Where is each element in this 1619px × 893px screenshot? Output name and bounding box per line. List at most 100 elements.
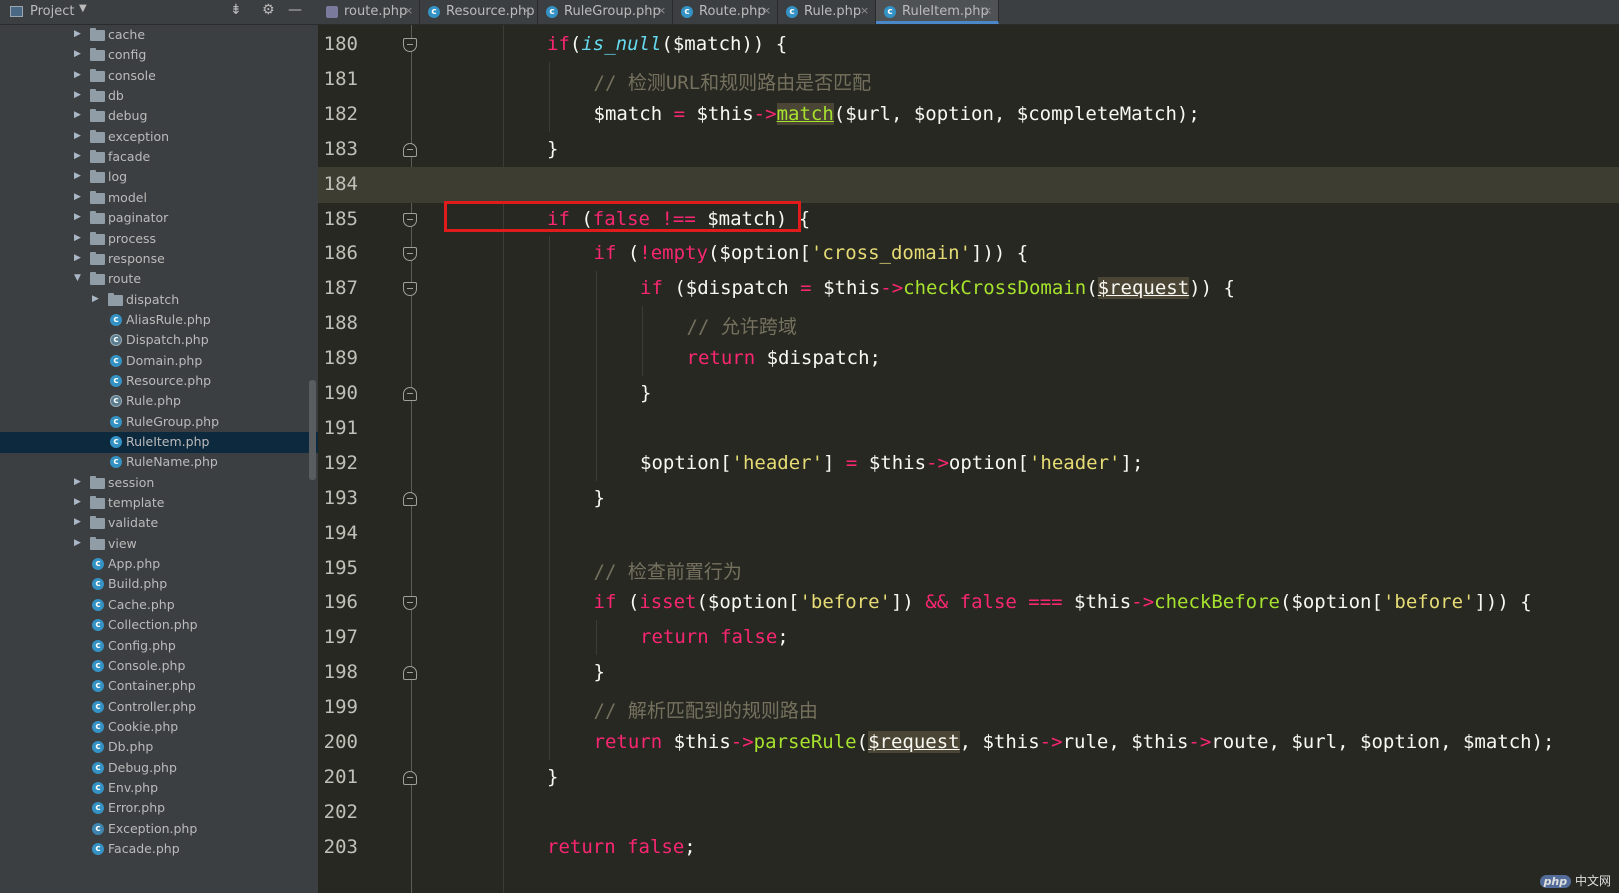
fold-end-icon[interactable] bbox=[403, 666, 417, 681]
line-number[interactable]: 201 bbox=[318, 766, 358, 788]
tree-item[interactable]: ▶ validate bbox=[0, 513, 318, 534]
editor-tab[interactable]: c Resource.php × bbox=[420, 0, 538, 24]
chevron-right-icon[interactable]: ▶ bbox=[74, 233, 84, 243]
tree-item[interactable]: c RuleItem.php bbox=[0, 432, 318, 453]
line-number[interactable]: 187 bbox=[318, 277, 358, 299]
tree-item[interactable]: ▶ template bbox=[0, 493, 318, 514]
chevron-right-icon[interactable]: ▶ bbox=[74, 253, 84, 263]
fold-collapse-icon[interactable] bbox=[403, 596, 417, 611]
code-text[interactable]: return $dispatch; bbox=[687, 347, 881, 369]
tree-item[interactable]: ▶ process bbox=[0, 229, 318, 250]
code-text[interactable]: // 解析匹配到的规则路由 bbox=[594, 696, 818, 723]
line-number[interactable]: 186 bbox=[318, 242, 358, 264]
line-number[interactable]: 192 bbox=[318, 452, 358, 474]
fold-end-icon[interactable] bbox=[403, 491, 417, 506]
editor-tab[interactable]: c RuleGroup.php × bbox=[538, 0, 673, 24]
gear-icon[interactable]: ⚙ bbox=[262, 2, 275, 18]
tree-item[interactable]: c Controller.php bbox=[0, 697, 318, 718]
tree-item[interactable]: c Env.php bbox=[0, 778, 318, 799]
tree-item[interactable]: c Debug.php bbox=[0, 758, 318, 779]
code-text[interactable]: return false; bbox=[547, 836, 696, 858]
line-number[interactable]: 180 bbox=[318, 33, 358, 55]
tree-item[interactable]: ▶ facade bbox=[0, 147, 318, 168]
line-number[interactable]: 193 bbox=[318, 487, 358, 509]
line-number[interactable]: 195 bbox=[318, 557, 358, 579]
line-number[interactable]: 181 bbox=[318, 68, 358, 90]
tree-item[interactable]: ▶ model bbox=[0, 188, 318, 209]
tree-item[interactable]: ▶ log bbox=[0, 167, 318, 188]
code-text[interactable]: } bbox=[594, 487, 605, 509]
hide-panel-icon[interactable]: — bbox=[288, 2, 302, 18]
chevron-right-icon[interactable]: ▶ bbox=[74, 151, 84, 161]
tree-item[interactable]: c Db.php bbox=[0, 737, 318, 758]
code-text[interactable]: // 检测URL和规则路由是否匹配 bbox=[594, 68, 872, 95]
line-number[interactable]: 188 bbox=[318, 312, 358, 334]
chevron-right-icon[interactable]: ▶ bbox=[74, 49, 84, 59]
chevron-right-icon[interactable]: ▶ bbox=[74, 192, 84, 202]
collapse-all-icon[interactable]: ⇟ bbox=[230, 2, 242, 18]
chevron-right-icon[interactable]: ▶ bbox=[74, 538, 84, 548]
line-number[interactable]: 196 bbox=[318, 591, 358, 613]
project-panel-title[interactable]: Project bbox=[30, 4, 74, 19]
chevron-right-icon[interactable]: ▶ bbox=[74, 171, 84, 181]
close-icon[interactable]: × bbox=[983, 4, 992, 17]
tree-item[interactable]: c App.php bbox=[0, 554, 318, 575]
close-icon[interactable]: × bbox=[522, 4, 531, 17]
tree-item[interactable]: c Facade.php bbox=[0, 839, 318, 860]
code-text[interactable]: return $this->parseRule($request, $this-… bbox=[594, 731, 1554, 753]
line-number[interactable]: 182 bbox=[318, 103, 358, 125]
code-text[interactable]: } bbox=[640, 382, 651, 404]
line-number[interactable]: 200 bbox=[318, 731, 358, 753]
chevron-down-icon[interactable]: ▼ bbox=[79, 3, 87, 14]
code-text[interactable]: if ($dispatch = $this->checkCrossDomain(… bbox=[640, 277, 1235, 300]
tree-item[interactable]: c Collection.php bbox=[0, 615, 318, 636]
tree-item[interactable]: c Resource.php bbox=[0, 371, 318, 392]
editor-tab[interactable]: c Route.php × bbox=[673, 0, 778, 24]
code-editor[interactable]: 180 if(is_null($match)) { 181 // 检测URL和规则路由… bbox=[318, 25, 1619, 893]
line-number[interactable]: 191 bbox=[318, 417, 358, 439]
tree-item[interactable]: c Config.php bbox=[0, 636, 318, 657]
code-text[interactable]: $match = $this->match($url, $option, $co… bbox=[594, 102, 1200, 125]
line-number[interactable]: 194 bbox=[318, 522, 358, 544]
tree-item[interactable]: c Domain.php bbox=[0, 351, 318, 372]
tree-item[interactable]: ▶ response bbox=[0, 249, 318, 270]
code-text[interactable]: // 允许跨域 bbox=[687, 312, 797, 339]
close-icon[interactable]: × bbox=[762, 4, 771, 17]
tree-item[interactable]: c Dispatch.php bbox=[0, 330, 318, 351]
close-icon[interactable]: × bbox=[404, 4, 413, 17]
chevron-right-icon[interactable]: ▶ bbox=[74, 212, 84, 222]
code-text[interactable]: $option['header'] = $this->option['heade… bbox=[640, 452, 1143, 474]
tree-item[interactable]: ▶ debug bbox=[0, 106, 318, 127]
code-text[interactable]: if(is_null($match)) { bbox=[547, 33, 787, 55]
line-number[interactable]: 184 bbox=[318, 173, 358, 195]
chevron-right-icon[interactable]: ▶ bbox=[74, 131, 84, 141]
chevron-right-icon[interactable]: ▶ bbox=[74, 29, 84, 39]
code-text[interactable]: if (isset($option['before']) && false ==… bbox=[594, 591, 1532, 613]
line-number[interactable]: 203 bbox=[318, 836, 358, 858]
tree-item[interactable]: c Rule.php bbox=[0, 391, 318, 412]
tree-item[interactable]: ▶ config bbox=[0, 45, 318, 66]
code-text[interactable]: } bbox=[547, 766, 558, 788]
chevron-right-icon[interactable]: ▶ bbox=[74, 477, 84, 487]
line-number[interactable]: 199 bbox=[318, 696, 358, 718]
tree-item[interactable]: ▶ db bbox=[0, 86, 318, 107]
editor-tab[interactable]: route.php × bbox=[318, 0, 420, 24]
chevron-right-icon[interactable]: ▶ bbox=[92, 294, 102, 304]
editor-tab[interactable]: c RuleItem.php × bbox=[876, 0, 999, 24]
tree-item[interactable]: c Container.php bbox=[0, 676, 318, 697]
tree-item[interactable]: c Exception.php bbox=[0, 819, 318, 840]
line-number[interactable]: 185 bbox=[318, 208, 358, 230]
fold-end-icon[interactable] bbox=[403, 770, 417, 785]
code-text[interactable]: if (!empty($option['cross_domain'])) { bbox=[594, 242, 1029, 264]
chevron-right-icon[interactable]: ▶ bbox=[74, 90, 84, 100]
line-number[interactable]: 202 bbox=[318, 801, 358, 823]
tree-item[interactable]: ▶ exception bbox=[0, 127, 318, 148]
tree-item[interactable]: ▶ session bbox=[0, 473, 318, 494]
tree-item[interactable]: c RuleGroup.php bbox=[0, 412, 318, 433]
chevron-right-icon[interactable]: ▶ bbox=[74, 110, 84, 120]
line-number[interactable]: 190 bbox=[318, 382, 358, 404]
tree-item[interactable]: c Cache.php bbox=[0, 595, 318, 616]
chevron-down-icon[interactable]: ▼ bbox=[74, 273, 84, 283]
tree-item[interactable]: ▶ console bbox=[0, 66, 318, 87]
line-number[interactable]: 189 bbox=[318, 347, 358, 369]
